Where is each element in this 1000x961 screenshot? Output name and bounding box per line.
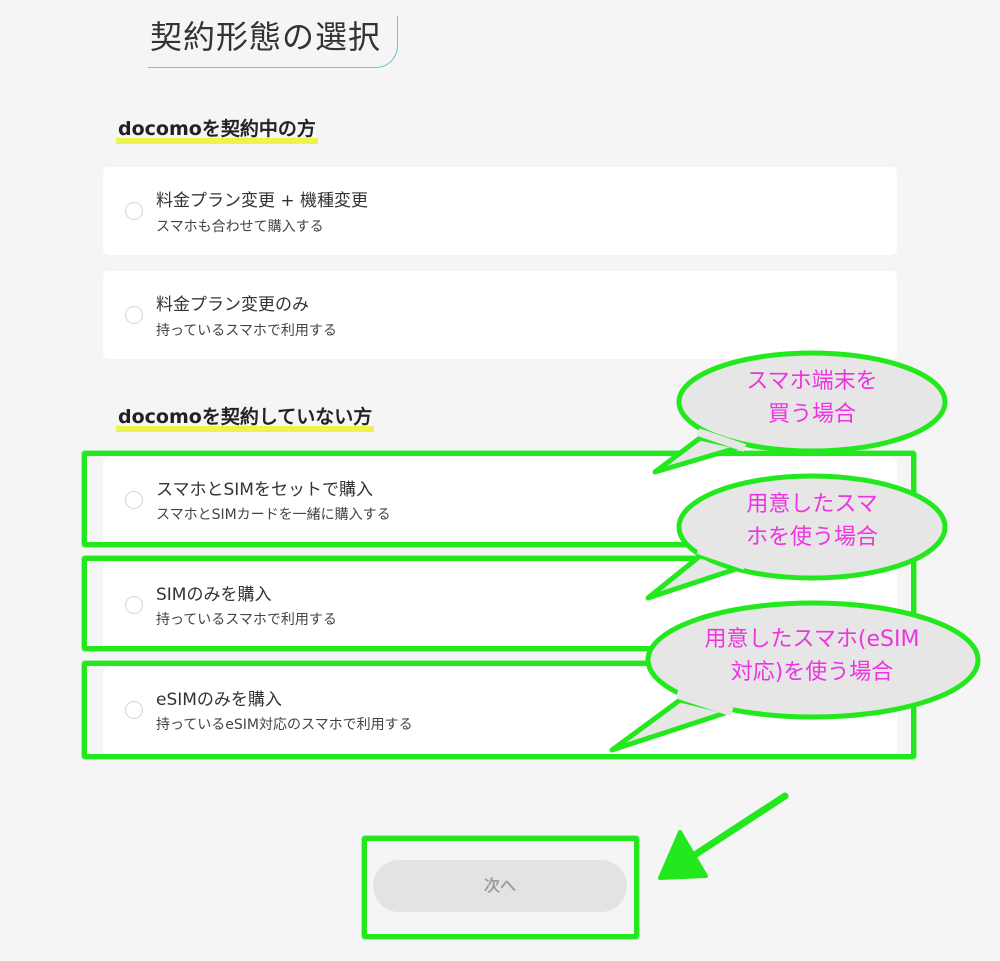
radio-button[interactable] <box>125 306 143 324</box>
section-heading-text: docomoを契約中の方 <box>116 118 318 144</box>
arrow-to-next-button <box>658 792 789 880</box>
bubble-2-text: 用意したスマ ホを使う場合 <box>712 488 912 554</box>
section-heading-new-customer: docomoを契約していない方 <box>115 406 375 432</box>
bubble-1-line-2: 買う場合 <box>767 402 856 427</box>
option-plan-change-and-device[interactable]: 料金プラン変更 + 機種変更 スマホも合わせて購入する <box>103 167 897 255</box>
option-title: 料金プラン変更のみ <box>156 295 309 315</box>
annotation-box-next-button <box>362 836 639 939</box>
bubble-1-text: スマホ端末を 買う場合 <box>712 365 912 431</box>
bubble-2-line-2: ホを使う場合 <box>745 525 878 550</box>
option-plan-change-only[interactable]: 料金プラン変更のみ 持っているスマホで利用する <box>103 271 897 359</box>
option-subtitle: スマホも合わせて購入する <box>156 219 324 235</box>
section-heading-current-customer: docomoを契約中の方 <box>116 118 318 144</box>
page-title: 契約形態の選択 <box>150 18 382 56</box>
bubble-3-text: 用意したスマホ(eSIM 対応)を使う場合 <box>672 623 952 689</box>
option-subtitle: 持っているスマホで利用する <box>156 323 337 339</box>
bubble-1-line-1: スマホ端末を <box>746 369 878 394</box>
radio-button[interactable] <box>125 202 143 220</box>
bubble-2-line-1: 用意したスマ <box>746 492 878 517</box>
bubble-3-line-1: 用意したスマホ(eSIM <box>704 627 920 652</box>
option-title: 料金プラン変更 + 機種変更 <box>156 191 369 211</box>
section-heading-text: docomoを契約していない方 <box>115 406 375 432</box>
bubble-3-line-2: 対応)を使う場合 <box>730 660 894 685</box>
